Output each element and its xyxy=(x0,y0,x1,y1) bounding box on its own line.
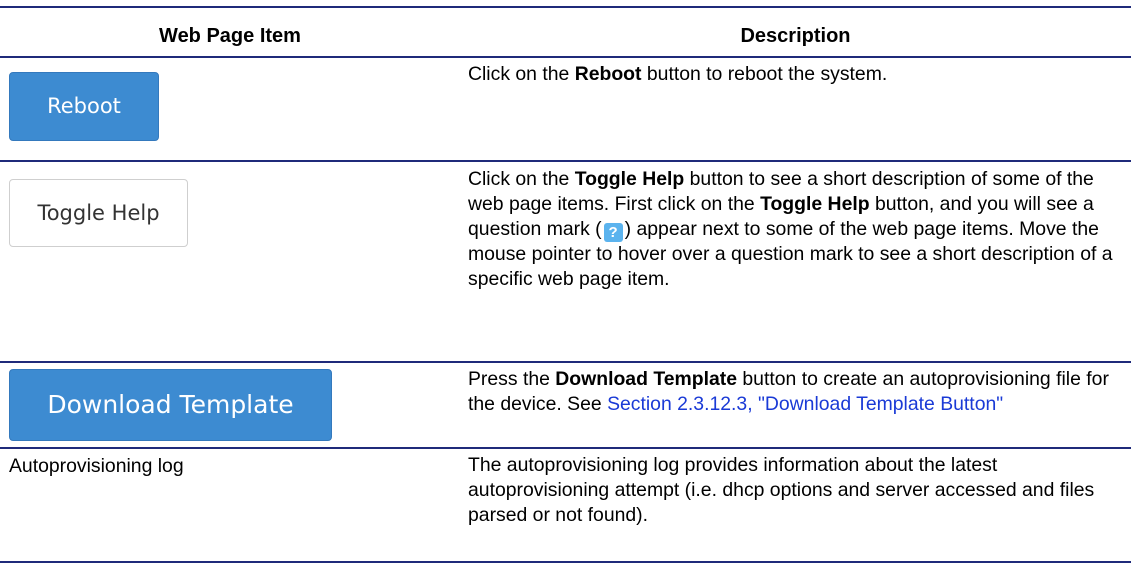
table-bottom-rule xyxy=(0,561,1131,563)
toggle-help-description: Click on the Toggle Help button to see a… xyxy=(468,168,1113,290)
download-template-button[interactable]: Download Template xyxy=(9,369,332,441)
download-template-description: Press the Download Template button to cr… xyxy=(468,368,1109,415)
row-rule xyxy=(0,160,1131,162)
reboot-description: Click on the Reboot button to reboot the… xyxy=(468,63,888,85)
toggle-help-button[interactable]: Toggle Help xyxy=(9,179,188,247)
question-mark-icon: ? xyxy=(603,223,623,242)
header-web-page-item: Web Page Item xyxy=(159,25,301,47)
autoprovisioning-log-description: The autoprovisioning log provides inform… xyxy=(468,454,1095,526)
header-description: Description xyxy=(740,25,851,47)
reboot-button[interactable]: Reboot xyxy=(9,72,159,141)
header-rule xyxy=(0,56,1131,58)
row-rule xyxy=(0,447,1131,449)
autoprovisioning-log-label: Autoprovisioning log xyxy=(9,455,184,477)
row-rule xyxy=(0,361,1131,363)
table-top-rule xyxy=(0,6,1131,8)
section-link[interactable]: Section 2.3.12.3, "Download Template But… xyxy=(607,393,1003,415)
